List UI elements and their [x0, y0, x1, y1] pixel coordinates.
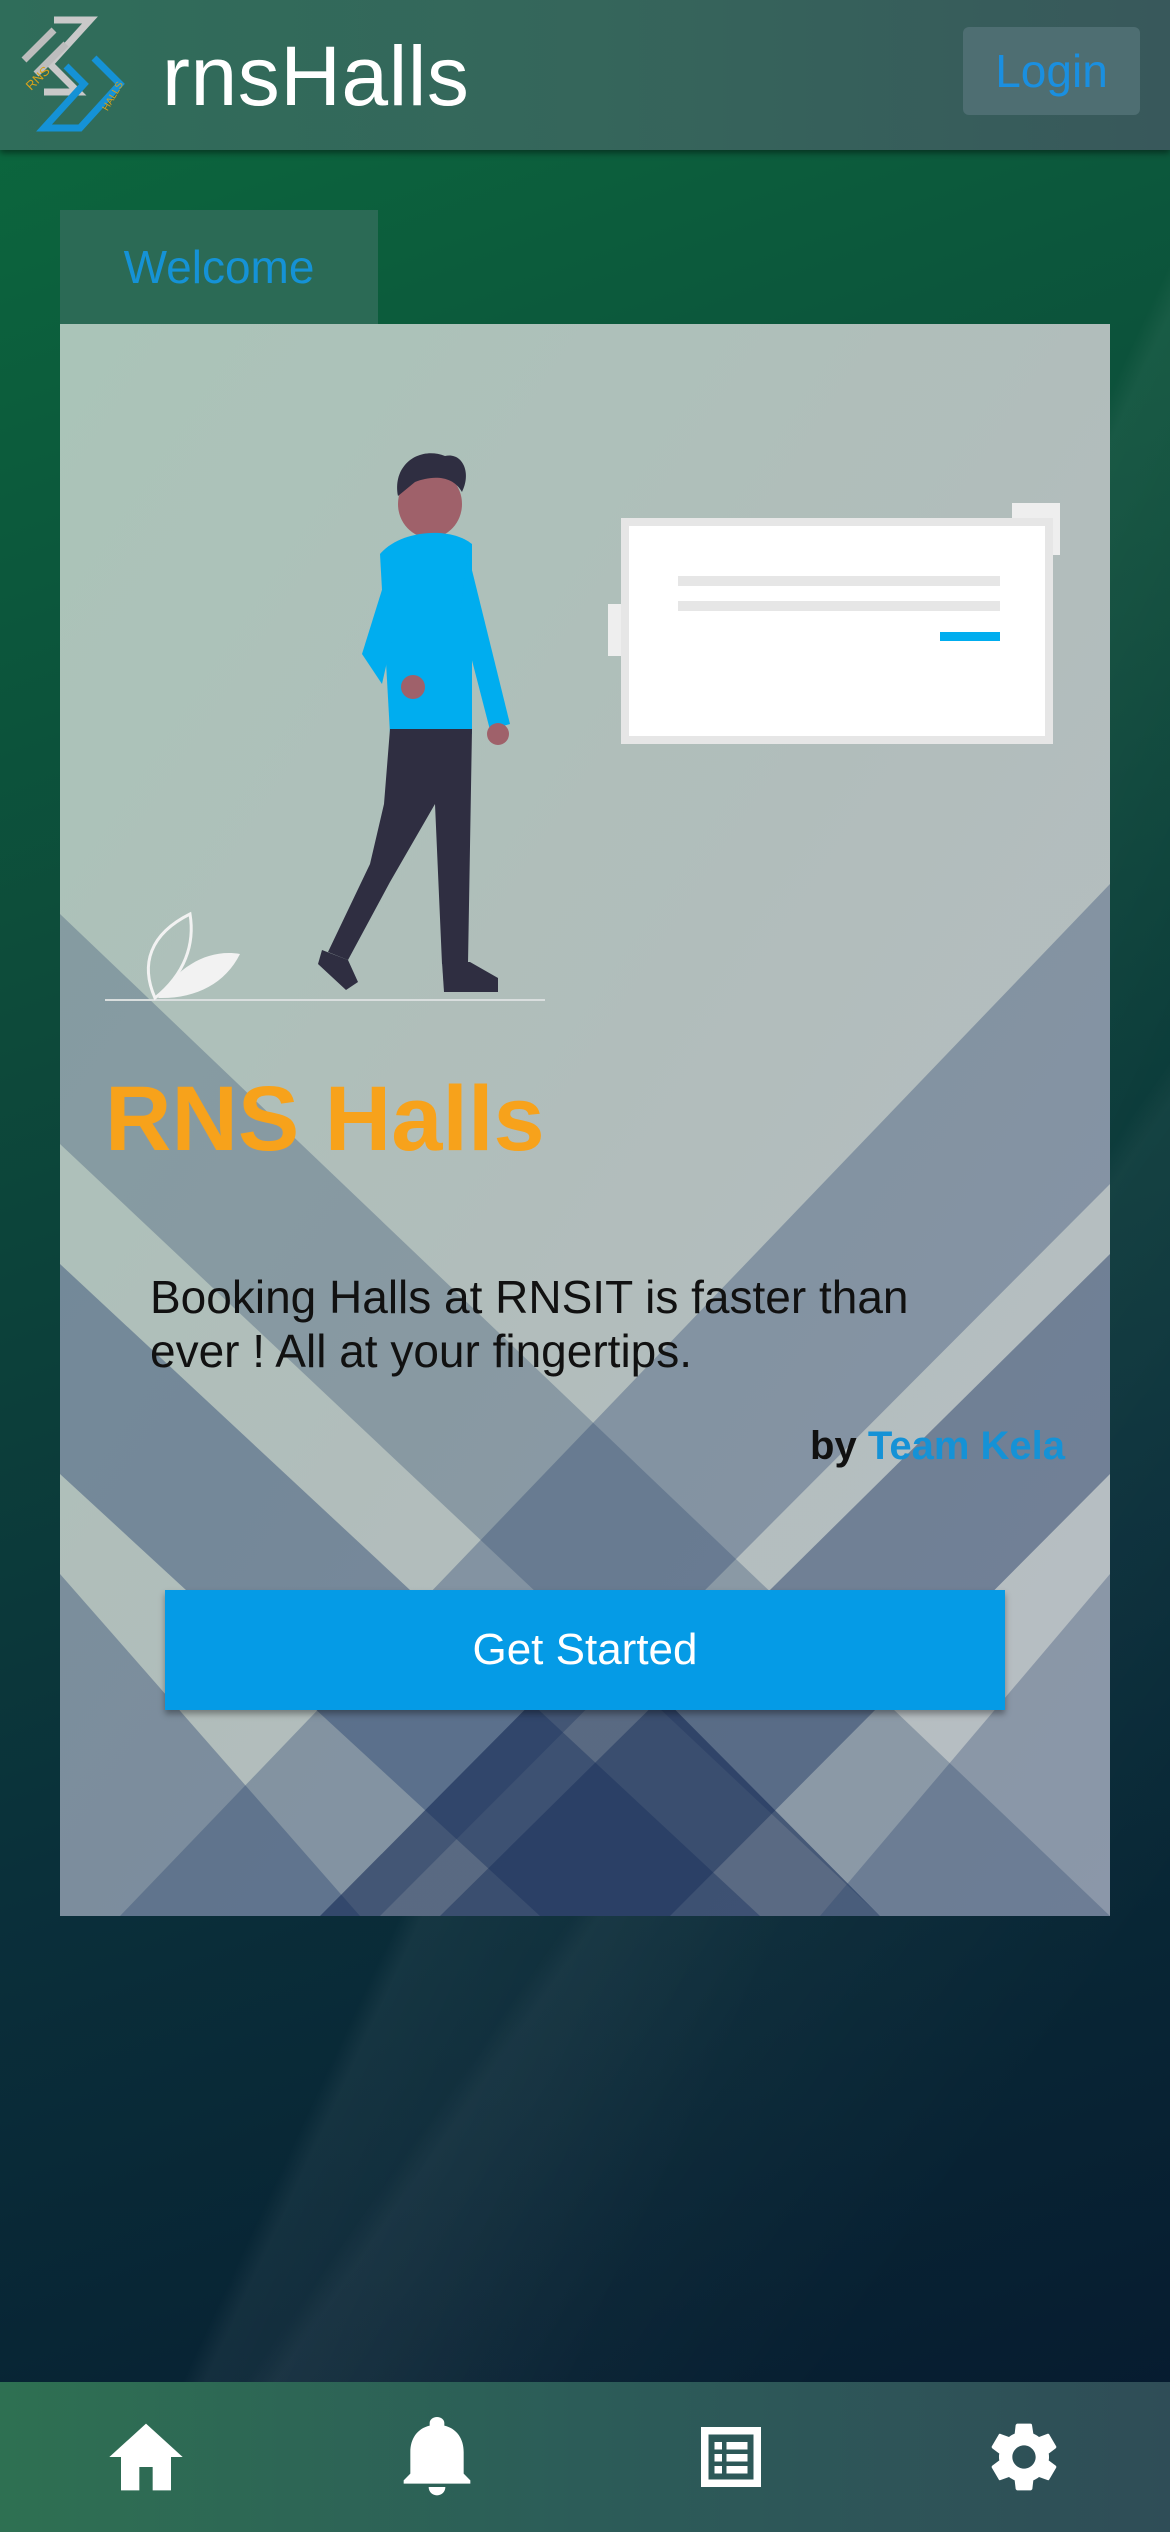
- home-icon: [109, 2423, 183, 2491]
- bell-icon: [403, 2417, 471, 2496]
- tab-welcome[interactable]: Welcome: [60, 210, 378, 324]
- hero-illustration: [105, 453, 1060, 1001]
- login-button[interactable]: Login: [963, 27, 1140, 115]
- app-title: rnsHalls: [162, 29, 470, 123]
- app-header: RNS HALLS rnsHalls Login: [0, 0, 1170, 150]
- nav-settings[interactable]: [984, 2417, 1064, 2497]
- nav-notifications[interactable]: [397, 2417, 477, 2497]
- get-started-button[interactable]: Get Started: [165, 1590, 1005, 1710]
- card-description: Booking Halls at RNSIT is faster than ev…: [150, 1271, 909, 1377]
- gear-icon: [991, 2423, 1057, 2491]
- by-label: by: [810, 1424, 857, 1468]
- nav-home[interactable]: [106, 2417, 186, 2497]
- card-credit: by Team Kela: [810, 1424, 1065, 1469]
- nav-bookings-list[interactable]: [691, 2417, 771, 2497]
- team-name-link[interactable]: Team Kela: [868, 1424, 1065, 1468]
- welcome-card: RNS Halls Booking Halls at RNSIT is fast…: [60, 324, 1110, 1916]
- card-title: RNS Halls: [105, 1068, 545, 1170]
- bottom-nav: [0, 2382, 1170, 2532]
- list-icon: [701, 2427, 761, 2487]
- app-logo: RNS HALLS: [14, 14, 130, 136]
